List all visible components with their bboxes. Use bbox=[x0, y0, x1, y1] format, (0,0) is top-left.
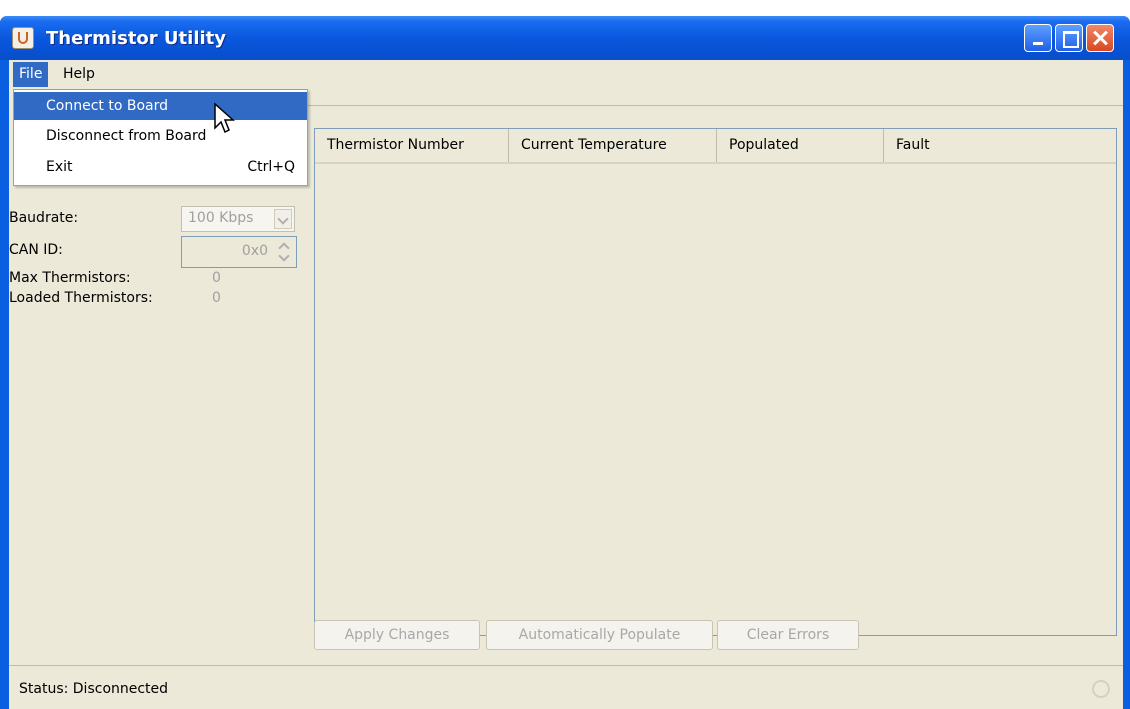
menu-item-label: Connect to Board bbox=[46, 98, 168, 114]
mouse-pointer-icon bbox=[214, 102, 235, 134]
clear-errors-button[interactable]: Clear Errors bbox=[717, 620, 859, 650]
connection-indicator-icon bbox=[1092, 680, 1110, 698]
column-header-fault[interactable]: Fault bbox=[884, 129, 1116, 162]
menu-item-disconnect-from-board[interactable]: Disconnect from Board bbox=[14, 122, 307, 150]
can-id-spinner[interactable]: 0x0 bbox=[181, 236, 297, 268]
column-header-thermistor-number[interactable]: Thermistor Number bbox=[315, 129, 509, 162]
menu-bar: File Help bbox=[9, 60, 1123, 89]
column-header-current-temperature[interactable]: Current Temperature bbox=[509, 129, 717, 162]
minimize-button[interactable] bbox=[1024, 24, 1052, 52]
spin-down-icon[interactable] bbox=[276, 252, 292, 264]
window-title: Thermistor Utility bbox=[46, 28, 226, 49]
menu-item-label: Exit bbox=[46, 159, 73, 175]
max-thermistors-value: 0 bbox=[212, 270, 221, 286]
apply-changes-button[interactable]: Apply Changes bbox=[314, 620, 480, 650]
menu-help[interactable]: Help bbox=[57, 62, 101, 87]
max-thermistors-label: Max Thermistors: bbox=[9, 270, 131, 286]
column-header-populated[interactable]: Populated bbox=[717, 129, 884, 162]
java-app-icon bbox=[12, 27, 34, 49]
loaded-thermistors-label: Loaded Thermistors: bbox=[9, 290, 153, 306]
automatically-populate-button[interactable]: Automatically Populate bbox=[486, 620, 713, 650]
baudrate-value: 100 Kbps bbox=[188, 210, 254, 226]
can-id-label: CAN ID: bbox=[9, 242, 63, 258]
file-menu-dropdown: Connect to Board Disconnect from Board E… bbox=[13, 89, 308, 186]
title-bar[interactable]: Thermistor Utility bbox=[0, 16, 1130, 60]
status-text: Status: Disconnected bbox=[19, 681, 169, 697]
menu-item-label: Disconnect from Board bbox=[46, 128, 207, 144]
menu-item-connect-to-board[interactable]: Connect to Board bbox=[14, 92, 307, 120]
maximize-button[interactable] bbox=[1055, 24, 1083, 52]
chevron-down-icon[interactable] bbox=[274, 209, 292, 229]
menu-item-exit[interactable]: Exit Ctrl+Q bbox=[14, 153, 307, 181]
menu-file[interactable]: File bbox=[13, 62, 49, 87]
baudrate-select[interactable]: 100 Kbps bbox=[181, 206, 295, 232]
menu-item-shortcut: Ctrl+Q bbox=[247, 159, 295, 175]
panel-divider bbox=[307, 105, 1123, 106]
close-button[interactable] bbox=[1086, 24, 1114, 52]
baudrate-label: Baudrate: bbox=[9, 210, 79, 226]
loaded-thermistors-value: 0 bbox=[212, 290, 221, 306]
thermistor-table[interactable]: Thermistor Number Current Temperature Po… bbox=[314, 128, 1117, 636]
status-divider bbox=[9, 665, 1123, 666]
table-header: Thermistor Number Current Temperature Po… bbox=[315, 129, 1116, 164]
can-id-value: 0x0 bbox=[241, 243, 268, 259]
